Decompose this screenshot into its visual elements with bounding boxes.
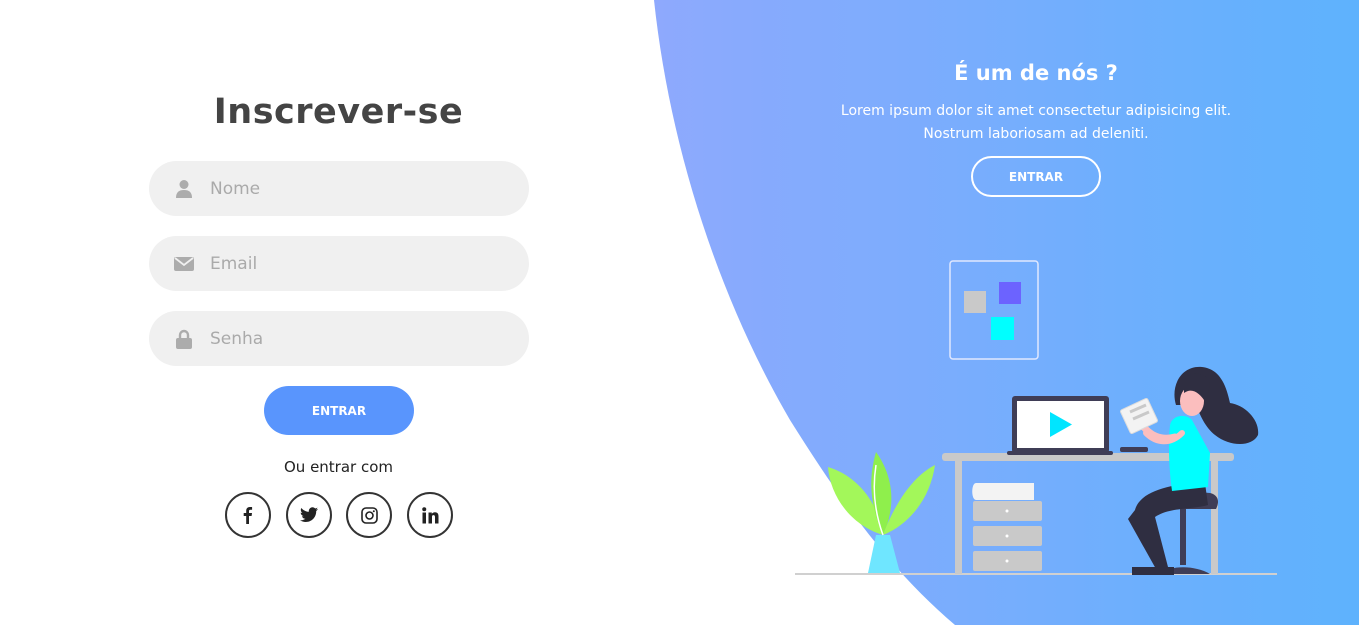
linkedin-icon (421, 506, 438, 523)
social-text: Ou entrar com (283, 458, 394, 476)
envelope-icon (173, 253, 195, 275)
panel-signin-button[interactable]: ENTRAR (971, 156, 1101, 197)
twitter-icon (300, 507, 318, 522)
name-field (149, 161, 529, 216)
password-input[interactable] (210, 318, 510, 359)
name-input[interactable] (210, 168, 510, 209)
signup-submit-button[interactable]: ENTRAR (264, 386, 414, 435)
email-field (149, 236, 529, 291)
linkedin-button[interactable] (407, 492, 453, 538)
email-input[interactable] (210, 243, 510, 284)
panel-description: Lorem ipsum dolor sit amet consectetur a… (800, 100, 1272, 146)
instagram-icon (360, 506, 378, 524)
signup-title: Inscrever-se (213, 92, 464, 132)
panel-text-line2: Nostrum laboriosam ad deleniti. (923, 126, 1149, 142)
facebook-icon (243, 507, 253, 524)
twitter-button[interactable] (286, 492, 332, 538)
user-icon (173, 178, 195, 200)
lock-icon (173, 328, 195, 350)
panel-text-line1: Lorem ipsum dolor sit amet consectetur a… (840, 103, 1232, 119)
page: Inscrever-se ENTRAR Ou entrar com (0, 0, 1359, 625)
instagram-button[interactable] (346, 492, 392, 538)
panel-title: É um de nós ? (954, 61, 1118, 85)
facebook-button[interactable] (225, 492, 271, 538)
workspace-illustration (795, 260, 1277, 575)
password-field (149, 311, 529, 366)
